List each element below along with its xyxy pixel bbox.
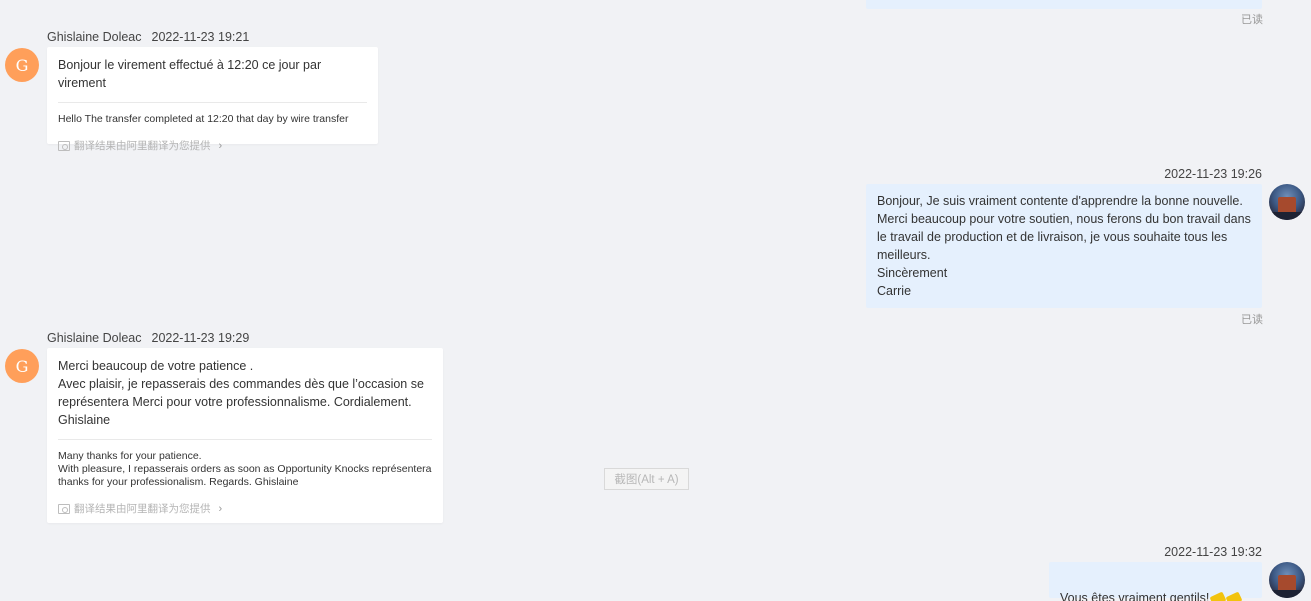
message-time: 2022-11-23 19:32 — [1164, 545, 1262, 559]
user-avatar[interactable] — [1269, 562, 1305, 598]
avatar-letter: G — [15, 55, 29, 75]
message-original-text: Bonjour le virement effectué à 12:20 ce … — [58, 58, 322, 90]
message-translation-text: Hello The transfer completed at 12:20 th… — [58, 113, 349, 125]
screenshot-shortcut-tooltip: 截图(Alt + A) — [604, 468, 689, 490]
message-text: Vous êtes vraiment gentils! — [1060, 591, 1210, 601]
outgoing-message-bubble[interactable]: Vous êtes vraiment gentils! — [1049, 562, 1262, 601]
outgoing-message-bubble[interactable]: Bonjour, Je suis vraiment contente d'app… — [866, 184, 1262, 308]
sender-name: Ghislaine Doleac — [47, 30, 142, 44]
contact-avatar[interactable]: G — [5, 48, 39, 82]
translation-divider — [58, 439, 432, 440]
contact-avatar[interactable]: G — [5, 349, 39, 383]
read-status: 已读 — [1241, 14, 1263, 26]
translate-icon — [58, 503, 70, 514]
read-status: 已读 — [1241, 314, 1263, 326]
message-meta: Ghislaine Doleac 2022-11-23 19:29 — [47, 331, 249, 345]
message-translation-text: Many thanks for your patience. With plea… — [58, 450, 432, 488]
chevron-right-icon: › — [218, 139, 223, 152]
translate-icon — [58, 140, 70, 151]
translation-credit-link[interactable]: 翻译结果由阿里翻译为您提供 › — [58, 138, 367, 153]
translation-credit-text: 翻译结果由阿里翻译为您提供 — [74, 140, 211, 152]
translation-credit-text: 翻译结果由阿里翻译为您提供 — [74, 503, 211, 515]
message-time: 2022-11-23 19:29 — [151, 331, 250, 345]
outgoing-message-bubble-partial — [866, 0, 1262, 9]
incoming-message-bubble[interactable]: Bonjour le virement effectué à 12:20 ce … — [47, 47, 378, 152]
message-time: 2022-11-23 19:26 — [1164, 167, 1262, 181]
message-original-text: Merci beaucoup de votre patience . Avec … — [58, 359, 424, 427]
sender-name: Ghislaine Doleac — [47, 331, 142, 345]
chat-message-list[interactable]: 已读 Ghislaine Doleac 2022-11-23 19:21 G Bo… — [0, 0, 1311, 601]
handshake-emoji-icon — [1209, 591, 1227, 601]
message-meta: Ghislaine Doleac 2022-11-23 19:21 — [47, 30, 249, 44]
user-avatar[interactable] — [1269, 184, 1305, 220]
chevron-right-icon: › — [218, 502, 223, 515]
translation-credit-link[interactable]: 翻译结果由阿里翻译为您提供 › — [58, 501, 432, 516]
incoming-message-bubble[interactable]: Merci beaucoup de votre patience . Avec … — [47, 348, 443, 523]
message-time: 2022-11-23 19:21 — [151, 30, 250, 44]
avatar-letter: G — [15, 356, 29, 376]
handshake-emoji-icon — [1225, 591, 1243, 601]
translation-divider — [58, 102, 367, 103]
